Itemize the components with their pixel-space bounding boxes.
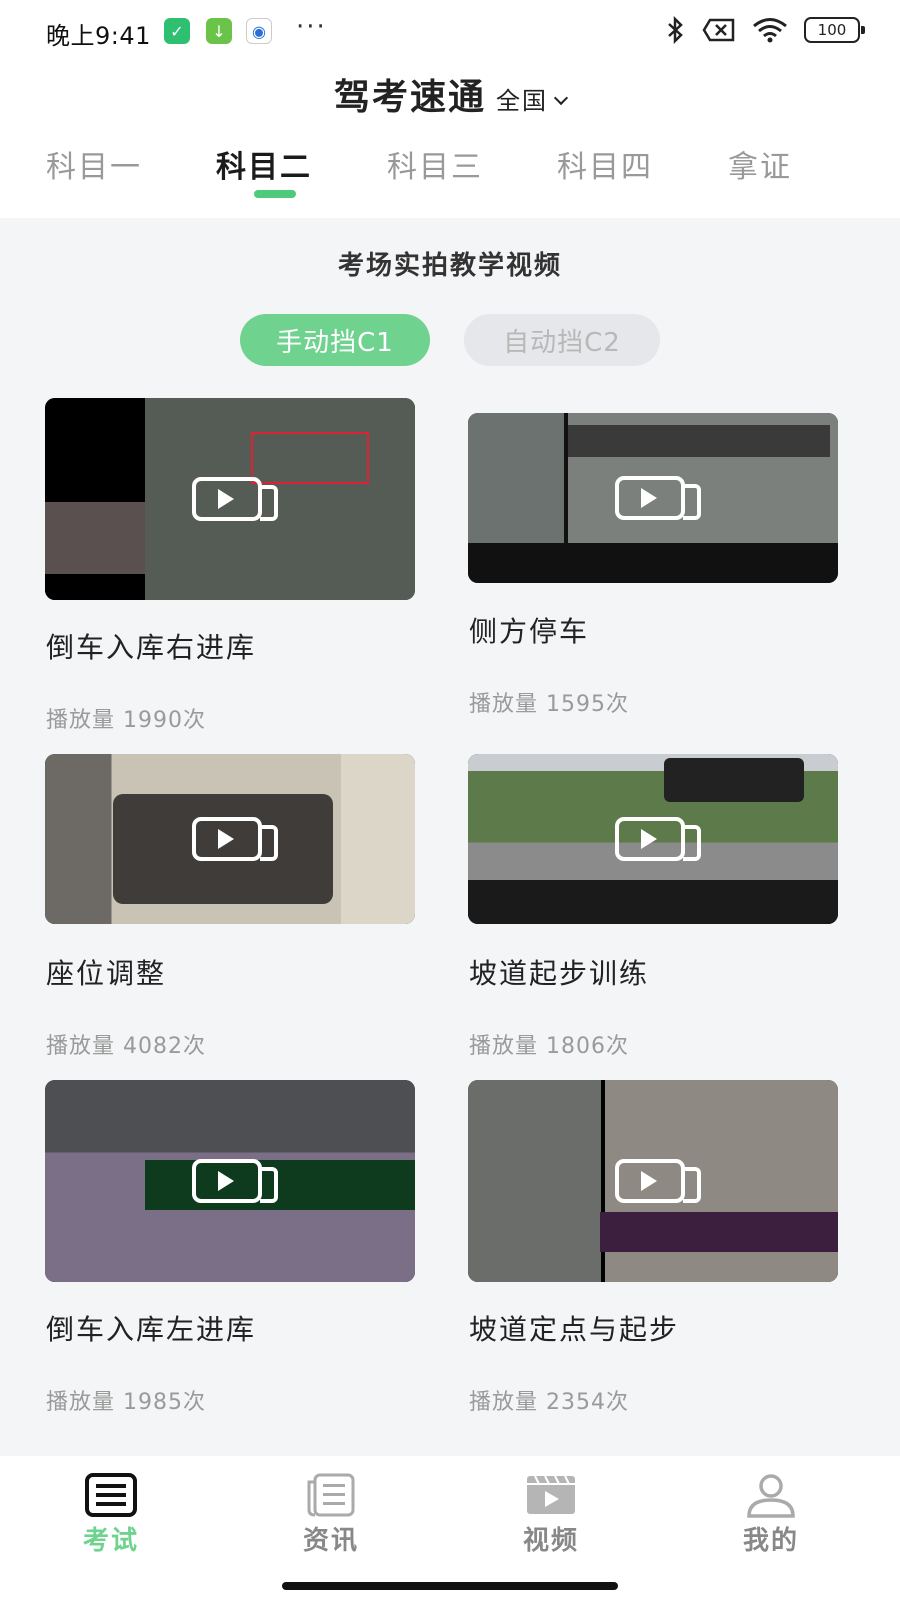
play-video-icon — [192, 817, 278, 861]
play-video-icon — [615, 476, 701, 520]
video-thumbnail[interactable] — [45, 398, 415, 600]
chevron-down-icon — [553, 90, 569, 106]
video-play-count: 播放量 1595次 — [469, 692, 629, 717]
nav-item-news[interactable]: 资讯 — [256, 1456, 406, 1566]
manual-c1-button[interactable]: 手动挡C1 — [240, 314, 430, 366]
section-title: 考场实拍教学视频 — [337, 251, 562, 281]
nav-item-exam[interactable]: 考试 — [36, 1456, 186, 1566]
profile-icon — [747, 1474, 795, 1518]
region-selector[interactable]: 全国 — [496, 87, 569, 115]
tab-get-license[interactable]: 拿证 — [728, 142, 792, 186]
video-thumbnail[interactable] — [45, 1080, 415, 1282]
status-bar: 晚上9:41 ✓ ↓ ◉ ··· 100 — [0, 0, 900, 62]
status-time: 晚上9:41 — [46, 22, 151, 50]
baidu-notification-icon: ◉ — [246, 18, 272, 44]
video-thumbnail[interactable] — [45, 754, 415, 924]
tab-subject-3[interactable]: 科目三 — [387, 142, 483, 186]
exam-icon — [85, 1473, 137, 1517]
subject-tabs: 科目一 科目二 科目三 科目四 拿证 — [0, 142, 900, 202]
region-label: 全国 — [496, 87, 548, 115]
news-icon — [307, 1473, 355, 1517]
video-thumbnail[interactable] — [468, 1080, 838, 1282]
auto-c2-button[interactable]: 自动挡C2 — [464, 314, 660, 366]
video-title[interactable]: 坡道定点与起步 — [469, 1308, 679, 1348]
video-title[interactable]: 侧方停车 — [469, 610, 589, 650]
tab-subject-1[interactable]: 科目一 — [46, 142, 142, 186]
bluetooth-icon — [668, 16, 683, 44]
tab-subject-4[interactable]: 科目四 — [557, 142, 653, 186]
video-play-count: 播放量 1985次 — [46, 1390, 206, 1415]
active-tab-indicator — [254, 190, 296, 198]
battery-icon: 100 — [804, 17, 865, 43]
tab-subject-2[interactable]: 科目二 — [216, 142, 312, 186]
video-play-count: 播放量 1806次 — [469, 1034, 629, 1059]
video-title[interactable]: 倒车入库左进库 — [46, 1308, 256, 1348]
nav-label-exam: 考试 — [82, 1526, 139, 1556]
video-icon — [527, 1475, 575, 1514]
battery-level: 100 — [817, 21, 847, 39]
nav-label-profile: 我的 — [742, 1526, 799, 1556]
status-icons: 100 — [666, 16, 865, 44]
no-sim-icon — [702, 18, 735, 42]
nav-label-video: 视频 — [522, 1526, 579, 1556]
nav-label-news: 资讯 — [302, 1526, 359, 1556]
bottom-navigation: 考试 资讯 视频 我的 — [0, 1456, 900, 1600]
app-title-row: 驾考速通 全国 — [0, 68, 900, 120]
nav-item-video[interactable]: 视频 — [476, 1456, 626, 1566]
video-play-count: 播放量 2354次 — [469, 1390, 629, 1415]
play-video-icon — [615, 1159, 701, 1203]
video-title[interactable]: 坡道起步训练 — [469, 952, 649, 992]
video-title[interactable]: 座位调整 — [46, 952, 166, 992]
video-title[interactable]: 倒车入库右进库 — [46, 626, 256, 666]
app-header: 驾考速通 全国 科目一 科目二 科目三 科目四 拿证 — [0, 62, 900, 218]
video-thumbnail[interactable] — [468, 413, 838, 583]
play-video-icon — [192, 1159, 278, 1203]
video-play-count: 播放量 1990次 — [46, 708, 206, 733]
thumbnail-dashboard — [468, 543, 838, 583]
home-indicator[interactable] — [282, 1582, 618, 1590]
more-notifications-icon: ··· — [296, 12, 327, 42]
thumbnail-inset — [45, 502, 145, 574]
app-title: 驾考速通 — [333, 77, 486, 118]
play-video-icon — [615, 817, 701, 861]
thumbnail-caption-bar — [568, 425, 830, 457]
video-thumbnail[interactable] — [468, 754, 838, 924]
download-notification-icon: ↓ — [206, 18, 232, 44]
thumbnail-annotation — [251, 432, 369, 484]
nav-item-profile[interactable]: 我的 — [696, 1456, 846, 1566]
video-play-count: 播放量 4082次 — [46, 1034, 206, 1059]
app-notification-icon: ✓ — [164, 18, 190, 44]
thumbnail-caption-box — [600, 1212, 838, 1252]
thumbnail-caption-box — [145, 1160, 415, 1210]
thumbnail-rearview-mirror — [664, 758, 804, 802]
wifi-icon — [753, 18, 787, 43]
play-video-icon — [192, 477, 278, 521]
